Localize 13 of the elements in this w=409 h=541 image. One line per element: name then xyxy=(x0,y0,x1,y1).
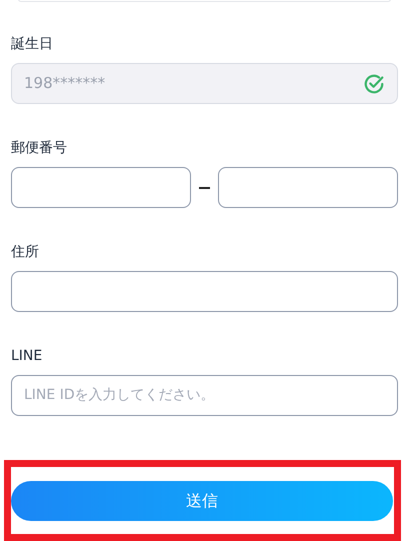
input-field[interactable] xyxy=(218,167,398,208)
submit-button[interactable]: 送信 xyxy=(11,481,393,521)
field-label: 誕生日 xyxy=(11,35,54,54)
field-label: 郵便番号 xyxy=(11,139,68,158)
input-field[interactable] xyxy=(11,167,191,208)
dash-icon xyxy=(199,186,210,188)
field-label: 住所 xyxy=(11,243,40,262)
field-placeholder: LINE IDを入力してください。 xyxy=(24,386,216,405)
field-label: LINE xyxy=(11,347,44,366)
field-value: 198******* xyxy=(24,73,106,94)
input-field[interactable]: LINE IDを入力してください。 xyxy=(11,375,398,416)
input-field[interactable] xyxy=(11,271,398,312)
check-circle-icon xyxy=(363,72,385,94)
